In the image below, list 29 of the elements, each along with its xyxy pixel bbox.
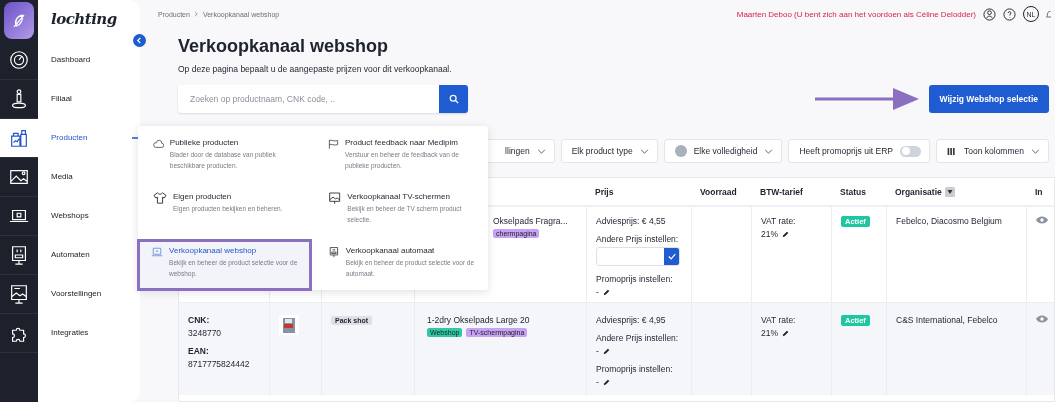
promo-label: Promoprijs instellen: [596,274,673,284]
advice-price: Adviesprijs: € 4,55 [596,216,666,226]
price-label: Andere Prijs instellen: [596,234,679,244]
ean-label: EAN: [188,346,209,356]
promo-value: - [596,377,599,387]
vat-value: 21% [761,328,778,338]
column-header: In [1035,187,1043,197]
column-header: BTW-tarief [760,187,803,197]
ean-value: 8717775824442 [188,359,250,369]
column-header: Status [840,187,866,197]
promo-label: Promoprijs instellen: [596,364,673,374]
impersonation-notice: Maarten Deboo (U bent zich aan het voordoen als Céline Delodder) [736,9,976,19]
vat-value: 21% [761,229,778,239]
cnk-value: 3248770 [188,328,222,338]
vat-label: VAT rate: [761,315,796,325]
column-header: Prijs [595,187,614,197]
page-title: Verkoopkanaal webshop [178,36,390,57]
cnk-label: CNK: [188,315,210,325]
organisation-name: Febelco, Diacosmo Belgium [896,216,1002,226]
column-header: Voorraad [700,187,737,197]
advice-price: Adviesprijs: € 4,95 [596,315,666,325]
page-subtitle: Op deze pagina bepaalt u de aangepaste prijzen voor dit verkoopkanaal. [178,64,453,74]
price-value: - [596,346,599,356]
column-header: Organisatie [895,187,942,197]
vat-label: VAT rate: [761,216,796,226]
price-label: Andere Prijs instellen: [596,333,679,343]
brand-logo: lochting [51,9,117,30]
organisation-name: C&S International, Febelco [896,315,998,325]
promo-value: - [596,287,599,297]
